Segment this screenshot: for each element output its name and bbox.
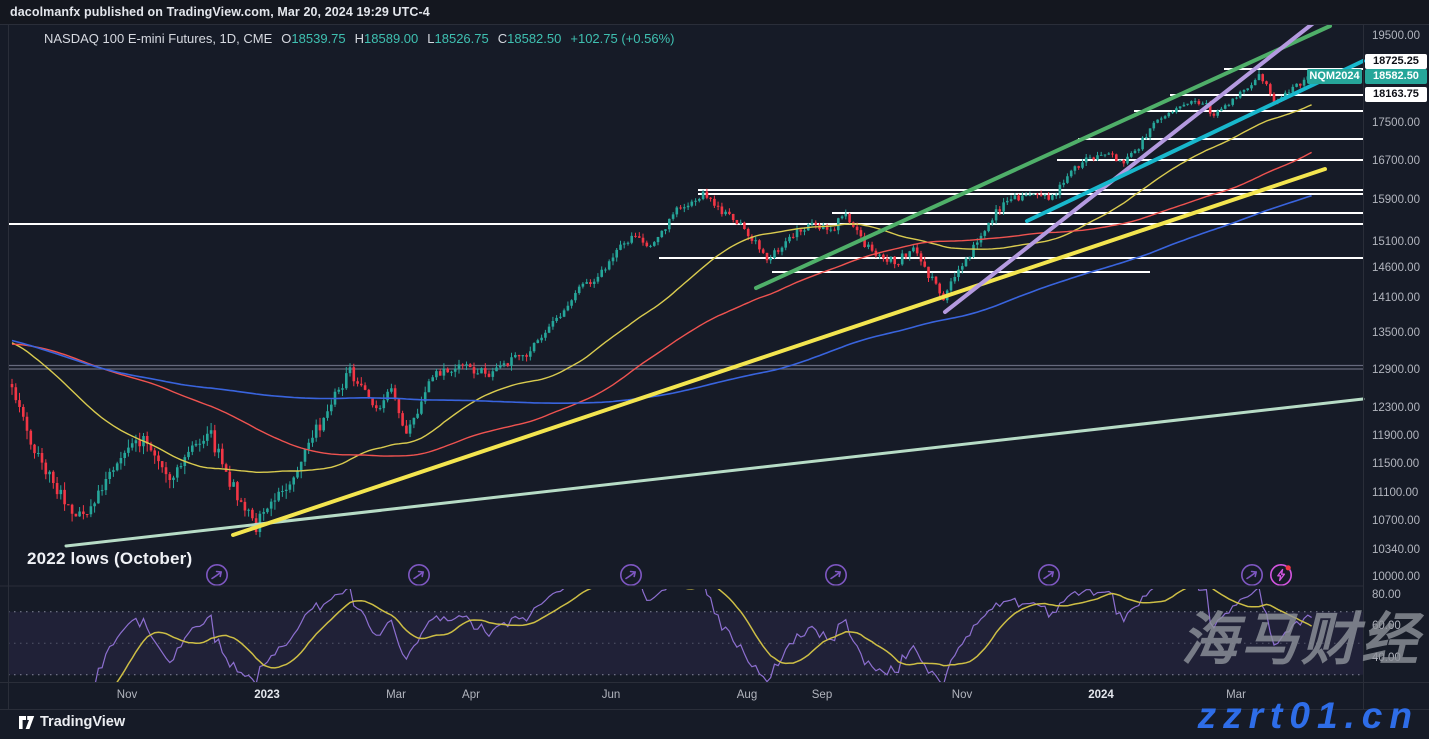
time-axis-label[interactable]: Aug	[737, 689, 757, 701]
price-axis-label[interactable]: 10700.00	[1372, 515, 1420, 527]
price-axis-label[interactable]: 17500.00	[1372, 117, 1420, 129]
price-axis-label[interactable]: 11100.00	[1372, 487, 1418, 499]
chart-annotation: 2022 lows (October)	[27, 549, 192, 569]
legend-change: +102.75 (+0.56%)	[570, 31, 674, 46]
legend-c: C18582.50	[498, 31, 562, 46]
tradingview-snapshot: dacolmanfx published on TradingView.com,…	[0, 0, 1429, 739]
price-axis-label[interactable]: 40.00	[1372, 652, 1401, 664]
contract-tag: NQM2024	[1307, 69, 1362, 84]
time-axis-label[interactable]: Apr	[462, 689, 480, 701]
time-axis-label[interactable]: Sep	[812, 689, 832, 701]
rsi-band-fill	[8, 612, 1363, 675]
chart-canvas[interactable]	[0, 0, 1429, 739]
legend-o: O18539.75	[281, 31, 345, 46]
price-axis-label[interactable]: 14600.00	[1372, 262, 1420, 274]
tradingview-logo-text: TradingView	[40, 714, 125, 730]
price-axis-label[interactable]: 11900.00	[1372, 430, 1419, 442]
price-label-18725.25: 18725.25	[1365, 54, 1427, 69]
time-axis-label[interactable]: 2023	[254, 689, 280, 701]
price-axis-label[interactable]: 10340.00	[1372, 544, 1420, 556]
price-axis-label[interactable]: 15100.00	[1372, 236, 1420, 248]
price-axis-label[interactable]: 19500.00	[1372, 30, 1420, 42]
time-axis-label[interactable]: Jun	[602, 689, 621, 701]
price-axis-label[interactable]: 14100.00	[1372, 292, 1420, 304]
tradingview-logo-icon	[18, 715, 35, 730]
symbol-legend[interactable]: NASDAQ 100 E-mini Futures, 1D, CME O18539…	[44, 31, 674, 46]
time-axis-label[interactable]: Mar	[1226, 689, 1246, 701]
price-axis-label[interactable]: 11500.00	[1372, 458, 1419, 470]
time-axis-label[interactable]: Nov	[952, 689, 972, 701]
time-axis-label[interactable]: Mar	[386, 689, 406, 701]
price-axis-label[interactable]: 15900.00	[1372, 194, 1420, 206]
legend-symbol[interactable]: NASDAQ 100 E-mini Futures, 1D, CME	[44, 31, 272, 46]
price-label-18163.75: 18163.75	[1365, 87, 1427, 102]
price-axis-label[interactable]: 16700.00	[1372, 155, 1420, 167]
price-axis-label[interactable]: 10000.00	[1372, 571, 1420, 583]
price-axis-label[interactable]: 13500.00	[1372, 327, 1420, 339]
price-axis-label[interactable]: 60.00	[1372, 620, 1401, 632]
attribution-bar: dacolmanfx published on TradingView.com,…	[0, 0, 1429, 25]
time-axis-label[interactable]: 2024	[1088, 689, 1114, 701]
legend-h: H18589.00	[355, 31, 419, 46]
price-label-18582.50: 18582.50	[1365, 69, 1427, 84]
tradingview-logo[interactable]: TradingView	[18, 714, 125, 730]
price-axis-label[interactable]: 80.00	[1372, 589, 1401, 601]
price-axis-label[interactable]: 12900.00	[1372, 364, 1420, 376]
time-axis-label[interactable]: Nov	[117, 689, 137, 701]
price-axis-label[interactable]: 12300.00	[1372, 402, 1420, 414]
legend-l: L18526.75	[427, 31, 488, 46]
